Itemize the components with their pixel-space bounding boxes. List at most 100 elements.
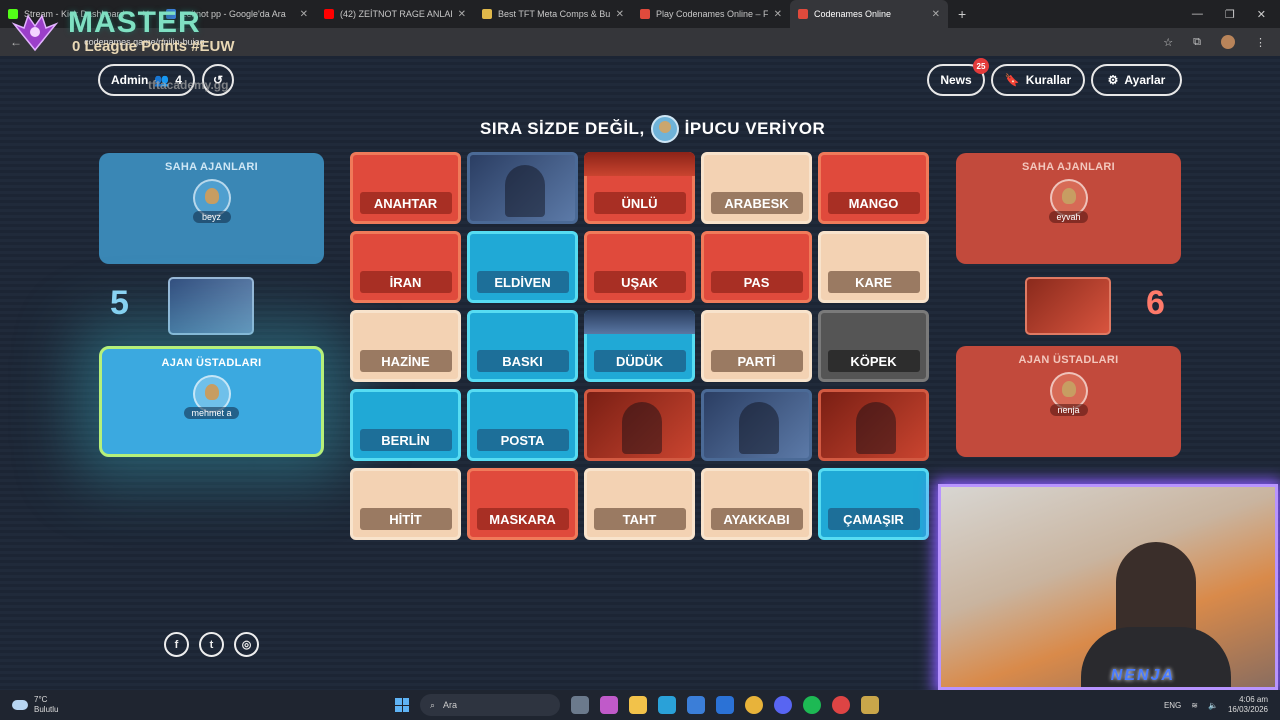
weather-widget[interactable]: 7°C Bulutlu [0,695,58,715]
word-card[interactable]: ÇAMAŞIR [818,468,929,540]
word-card[interactable]: POSTA [467,389,578,461]
close-window-icon[interactable]: ✕ [1257,8,1266,21]
browser-tab[interactable]: Best TFT Meta Comps & Builds✕ [474,0,632,28]
word-card[interactable]: İRAN [350,231,461,303]
word-card[interactable]: ÜNLÜ [584,152,695,224]
task-view-icon[interactable] [571,696,589,714]
facebook-icon[interactable]: f [164,632,189,657]
agent-figure [739,402,779,454]
word-card[interactable]: ARABESK [701,152,812,224]
folder-icon[interactable] [629,696,647,714]
word-card[interactable]: MASKARA [467,468,578,540]
turn-message: SIRA SİZDE DEĞİL, İPUCU VERİYOR [480,115,825,143]
revealed-agent-strip [584,310,695,334]
clue-giver-avatar [650,115,679,143]
clock[interactable]: 4:06 am 16/03/2026 [1228,695,1268,715]
card-grid: ANAHTAR ÜNLÜ ARABESK MANGO İRAN ELDİVEN UŞAK PA… [350,152,929,540]
bookmark-star-icon[interactable]: ☆ [1163,36,1173,49]
word-card[interactable]: DÜDÜK [584,310,695,382]
mail-icon[interactable] [716,696,734,714]
address-actions: ☆ ⧉ ⋮ [1163,35,1280,49]
browser-tab[interactable]: (42) ZEİTNOT RAGE ANLARI #5✕ [316,0,474,28]
close-icon[interactable]: ✕ [458,9,466,20]
card-word: TAHT [593,508,686,530]
red-agent-card [1025,277,1111,335]
card-word: DÜDÜK [593,350,686,372]
browser-tab[interactable]: Play Codenames Online – Free✕ [632,0,790,28]
word-card[interactable]: ANAHTAR [350,152,461,224]
riot-icon[interactable] [832,696,850,714]
player-blue-spymaster: mehmet a [184,375,239,419]
spotify-icon[interactable] [803,696,821,714]
card-word: ARABESK [710,192,803,214]
edge-icon[interactable] [658,696,676,714]
card-word: BASKI [476,350,569,372]
card-word: ÇAMAŞIR [827,508,920,530]
codenames-icon [798,9,808,19]
close-icon[interactable]: ✕ [932,9,940,20]
card-word: ÜNLÜ [593,192,686,214]
word-card[interactable]: BERLİN [350,389,461,461]
word-card[interactable] [701,389,812,461]
word-card[interactable]: ELDİVEN [467,231,578,303]
card-word: BERLİN [359,429,452,451]
card-word: UŞAK [593,271,686,293]
volume-icon[interactable]: 🔈 [1208,701,1218,710]
social-links: f t ◎ [164,632,259,657]
wifi-icon[interactable]: ≋ [1191,701,1198,710]
browser-tab-active[interactable]: Codenames Online ✕ [790,0,948,28]
blue-spymasters-panel: AJAN ÜSTADLARI mehmet a [99,346,324,457]
gear-icon: ⚙ [1107,73,1119,87]
blue-score: 5 [110,284,129,322]
m365-icon[interactable] [600,696,618,714]
menu-icon[interactable]: ⋮ [1255,36,1266,49]
close-icon[interactable]: ✕ [616,9,624,20]
windows-start-icon[interactable] [395,698,409,712]
streamer-logo: NENJA [1110,667,1175,684]
word-card[interactable] [584,389,695,461]
maximize-icon[interactable]: ❐ [1225,8,1235,21]
agent-figure [856,402,896,454]
word-card[interactable]: TAHT [584,468,695,540]
league-icon[interactable] [861,696,879,714]
word-card[interactable] [467,152,578,224]
discord-icon[interactable] [774,696,792,714]
word-card[interactable]: KARE [818,231,929,303]
rank-overlay: MASTER 0 League Points #EUW [8,8,235,55]
word-card[interactable]: PAS [701,231,812,303]
red-operatives-panel: SAHA AJANLARI eyvah [956,153,1181,264]
close-icon[interactable]: ✕ [300,9,308,20]
word-card[interactable]: MANGO [818,152,929,224]
word-card[interactable] [818,389,929,461]
word-card[interactable]: HİTİT [350,468,461,540]
news-button[interactable]: News 25 [927,58,989,96]
cloud-icon [12,700,28,710]
taskbar-search[interactable]: ⌕ Ara [420,694,560,716]
profile-avatar[interactable] [1221,35,1235,49]
word-card[interactable]: UŞAK [584,231,695,303]
word-card[interactable]: BASKI [467,310,578,382]
store-icon[interactable] [687,696,705,714]
instagram-icon[interactable]: ◎ [234,632,259,657]
word-card[interactable]: AYAKKABI [701,468,812,540]
rules-button[interactable]: 🔖 Kurallar [991,64,1085,96]
word-card[interactable]: HAZİNE [350,310,461,382]
youtube-icon [324,9,334,19]
card-word: MASKARA [476,508,569,530]
word-card[interactable]: KÖPEK [818,310,929,382]
close-icon[interactable]: ✕ [774,9,782,20]
revealed-agent-strip [584,152,695,176]
minimize-icon[interactable]: — [1192,8,1203,21]
rank-title: MASTER [68,6,201,39]
settings-button[interactable]: ⚙ Ayarlar [1091,64,1182,96]
agent-figure [622,402,662,454]
extensions-icon[interactable]: ⧉ [1193,36,1201,49]
agent-figure [505,165,545,217]
word-card[interactable]: PARTİ [701,310,812,382]
new-tab-button[interactable]: + [948,6,976,22]
player-red-spymaster: nenja [1049,372,1088,416]
card-word: İRAN [359,271,452,293]
master-emblem-icon [11,13,59,51]
twitter-icon[interactable]: t [199,632,224,657]
chrome-icon[interactable] [745,696,763,714]
